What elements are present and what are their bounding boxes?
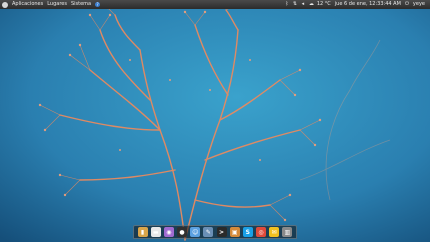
- top-panel: Aplicaciones Lugares Sistema ? ᛒ ⇅ ◂ ☁ 1…: [0, 0, 430, 9]
- weather-icon[interactable]: ☁: [309, 2, 314, 7]
- skype-icon[interactable]: S: [242, 227, 253, 237]
- menu-applications[interactable]: Aplicaciones: [10, 0, 45, 9]
- panel-menus: Aplicaciones Lugares Sistema ?: [0, 0, 101, 9]
- chrome-icon[interactable]: ◎: [255, 227, 266, 237]
- media-player-icon[interactable]: ◉: [163, 227, 174, 237]
- mail-icon[interactable]: ✉: [269, 227, 280, 237]
- trash-icon[interactable]: ▥: [282, 227, 293, 237]
- clock[interactable]: jue 6 de ene, 12:33:44 AM: [333, 0, 403, 9]
- network-icon[interactable]: ⇅: [293, 2, 297, 7]
- text-editor-icon[interactable]: ✎: [203, 227, 214, 237]
- help-icon[interactable]: ?: [95, 2, 101, 7]
- dock: ▮ ▬ ◉ ● ☺ ✎ > ▣ S ◎ ✉ ▥: [133, 225, 297, 239]
- terminal-icon[interactable]: >: [216, 227, 227, 237]
- desktop-wallpaper: [0, 0, 430, 242]
- power-icon[interactable]: ⏻: [405, 2, 409, 7]
- menu-system[interactable]: Sistema: [69, 0, 93, 9]
- files-icon[interactable]: ▮: [137, 227, 148, 237]
- os-logo-icon[interactable]: [2, 1, 8, 8]
- chat-icon[interactable]: ☺: [190, 227, 201, 237]
- package-icon[interactable]: ▣: [229, 227, 240, 237]
- menu-places[interactable]: Lugares: [45, 0, 69, 9]
- volume-icon[interactable]: ◂: [301, 2, 305, 7]
- username[interactable]: yeye: [411, 0, 427, 9]
- temperature-label[interactable]: 12 °C: [315, 0, 333, 9]
- camera-icon[interactable]: ●: [177, 227, 188, 237]
- bluetooth-icon[interactable]: ᛒ: [285, 2, 289, 7]
- system-tray: ᛒ ⇅ ◂ ☁ 12 °C jue 6 de ene, 12:33:44 AM …: [283, 0, 430, 9]
- document-icon[interactable]: ▬: [150, 227, 161, 237]
